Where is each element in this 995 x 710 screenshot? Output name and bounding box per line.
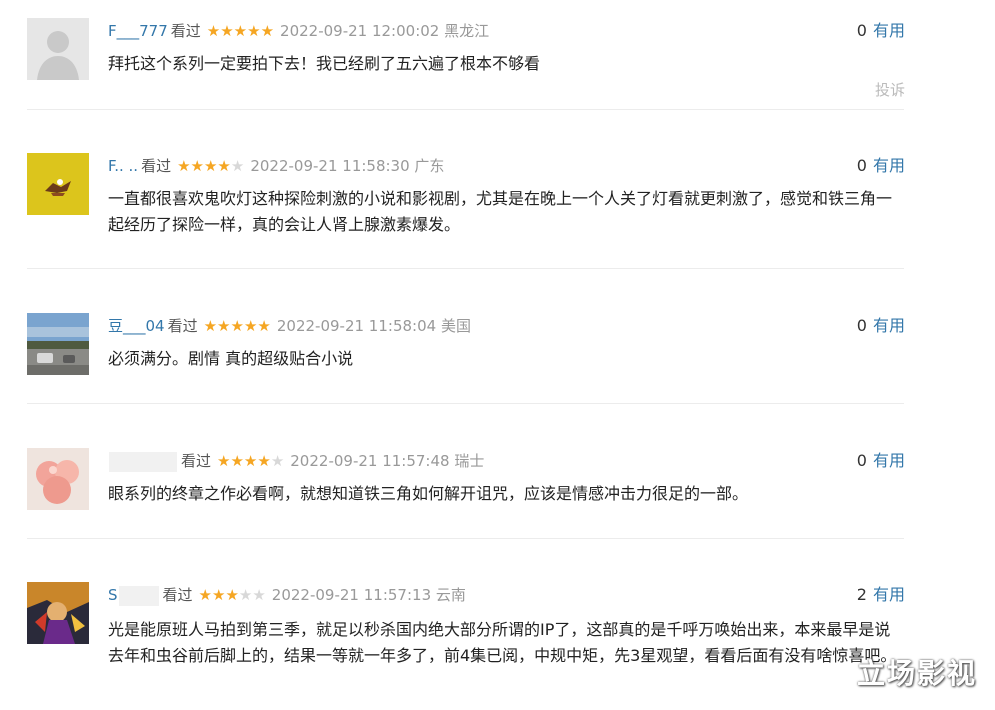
comment-location: 美国: [440, 317, 471, 335]
username-link[interactable]: F.. ..: [108, 157, 138, 175]
comment-text: 拜托这个系列一定要拍下去！我已经刷了五六遍了根本不够看: [108, 54, 541, 73]
comment-meta: 豆___04 看过 ★★★★★ 2022-09-21 11:58:04 美国: [108, 315, 471, 337]
comment-time: 2022-09-21 11:58:30: [250, 157, 410, 175]
comment-time: 2022-09-21 11:57:48: [290, 452, 450, 470]
useful-vote: 0 有用: [857, 315, 905, 337]
comment-text: 光是能原班人马拍到第三季，就足以秒杀国内绝大部分所谓的IP了，这部真的是千呼万唤…: [108, 620, 897, 665]
rating-stars: ★★★★★: [198, 586, 266, 604]
watched-status: 看过: [181, 452, 212, 470]
comment-text: 一直都很喜欢鬼吹灯这种探险刺激的小说和影视剧，尤其是在晚上一个人关了灯看就更刺激…: [108, 189, 893, 234]
useful-button[interactable]: 有用: [873, 156, 905, 175]
useful-vote: 2 有用: [857, 584, 905, 606]
useful-button[interactable]: 有用: [873, 451, 905, 470]
comment-location: 黑龙江: [444, 22, 490, 40]
street-photo-avatar-icon: [27, 313, 89, 375]
username-link[interactable]: 豆___04: [108, 317, 165, 335]
watched-status: 看过: [170, 22, 201, 40]
avatar[interactable]: [27, 313, 89, 375]
useful-count: 0: [856, 21, 867, 40]
avatar[interactable]: [27, 448, 89, 510]
rating-stars: ★★★★★: [217, 452, 285, 470]
rating-stars: ★★★★★: [206, 22, 275, 40]
avatar[interactable]: [27, 18, 89, 80]
comment-meta: F___777 看过 ★★★★★ 2022-09-21 12:00:02 黑龙江: [108, 20, 489, 42]
username-mask: [109, 451, 177, 472]
divider: [27, 109, 904, 110]
comment-text: 眼系列的终章之作必看啊，就想知道铁三角如何解开诅咒，应该是情感冲击力很足的一部。: [108, 484, 749, 503]
divider: [27, 268, 904, 269]
avatar[interactable]: [27, 582, 89, 644]
useful-count: 0: [856, 156, 867, 175]
comment-location: 云南: [435, 586, 466, 604]
username-link[interactable]: F___777: [108, 22, 168, 40]
watched-status: 看过: [167, 317, 198, 335]
divider: [27, 538, 904, 539]
peach-avatar-icon: [27, 448, 89, 510]
username-mask: [118, 585, 159, 606]
useful-count: 2: [856, 585, 867, 604]
comment-text: 必须满分。剧情 真的超级贴合小说: [108, 349, 354, 368]
watched-status: 看过: [162, 586, 193, 604]
watermark: 立场影视: [856, 657, 977, 690]
comment-time: 2022-09-21 11:57:13: [271, 586, 432, 604]
useful-button[interactable]: 有用: [873, 21, 905, 40]
avatar[interactable]: [27, 153, 89, 215]
divider: [27, 403, 904, 404]
comment-time: 2022-09-21 12:00:02: [280, 22, 440, 40]
comment-time: 2022-09-21 11:58:04: [276, 317, 437, 335]
comment-location: 广东: [414, 157, 445, 175]
comment-meta: F.. .. 看过 ★★★★★ 2022-09-21 11:58:30 广东: [108, 155, 444, 177]
rating-stars: ★★★★★: [177, 157, 245, 175]
default-avatar-icon: [27, 18, 89, 80]
comic-hero-avatar-icon: [27, 582, 89, 644]
comment-meta: S 看过 ★★★★★ 2022-09-21 11:57:13 云南: [108, 584, 466, 606]
report-button[interactable]: 投诉: [875, 79, 905, 100]
useful-button[interactable]: 有用: [873, 585, 905, 604]
comment-meta: 看过 ★★★★★ 2022-09-21 11:57:48 瑞士: [108, 450, 484, 472]
cartoon-avatar-icon: [27, 153, 89, 215]
comment-location: 瑞士: [454, 452, 485, 470]
watched-status: 看过: [141, 157, 172, 175]
useful-count: 0: [856, 316, 867, 335]
useful-vote: 0 有用: [857, 450, 905, 472]
useful-vote: 0 有用: [857, 20, 905, 42]
rating-stars: ★★★★★: [203, 317, 271, 335]
useful-button[interactable]: 有用: [873, 316, 905, 335]
username-link[interactable]: S: [108, 586, 118, 604]
useful-vote: 0 有用: [857, 155, 905, 177]
useful-count: 0: [856, 451, 867, 470]
